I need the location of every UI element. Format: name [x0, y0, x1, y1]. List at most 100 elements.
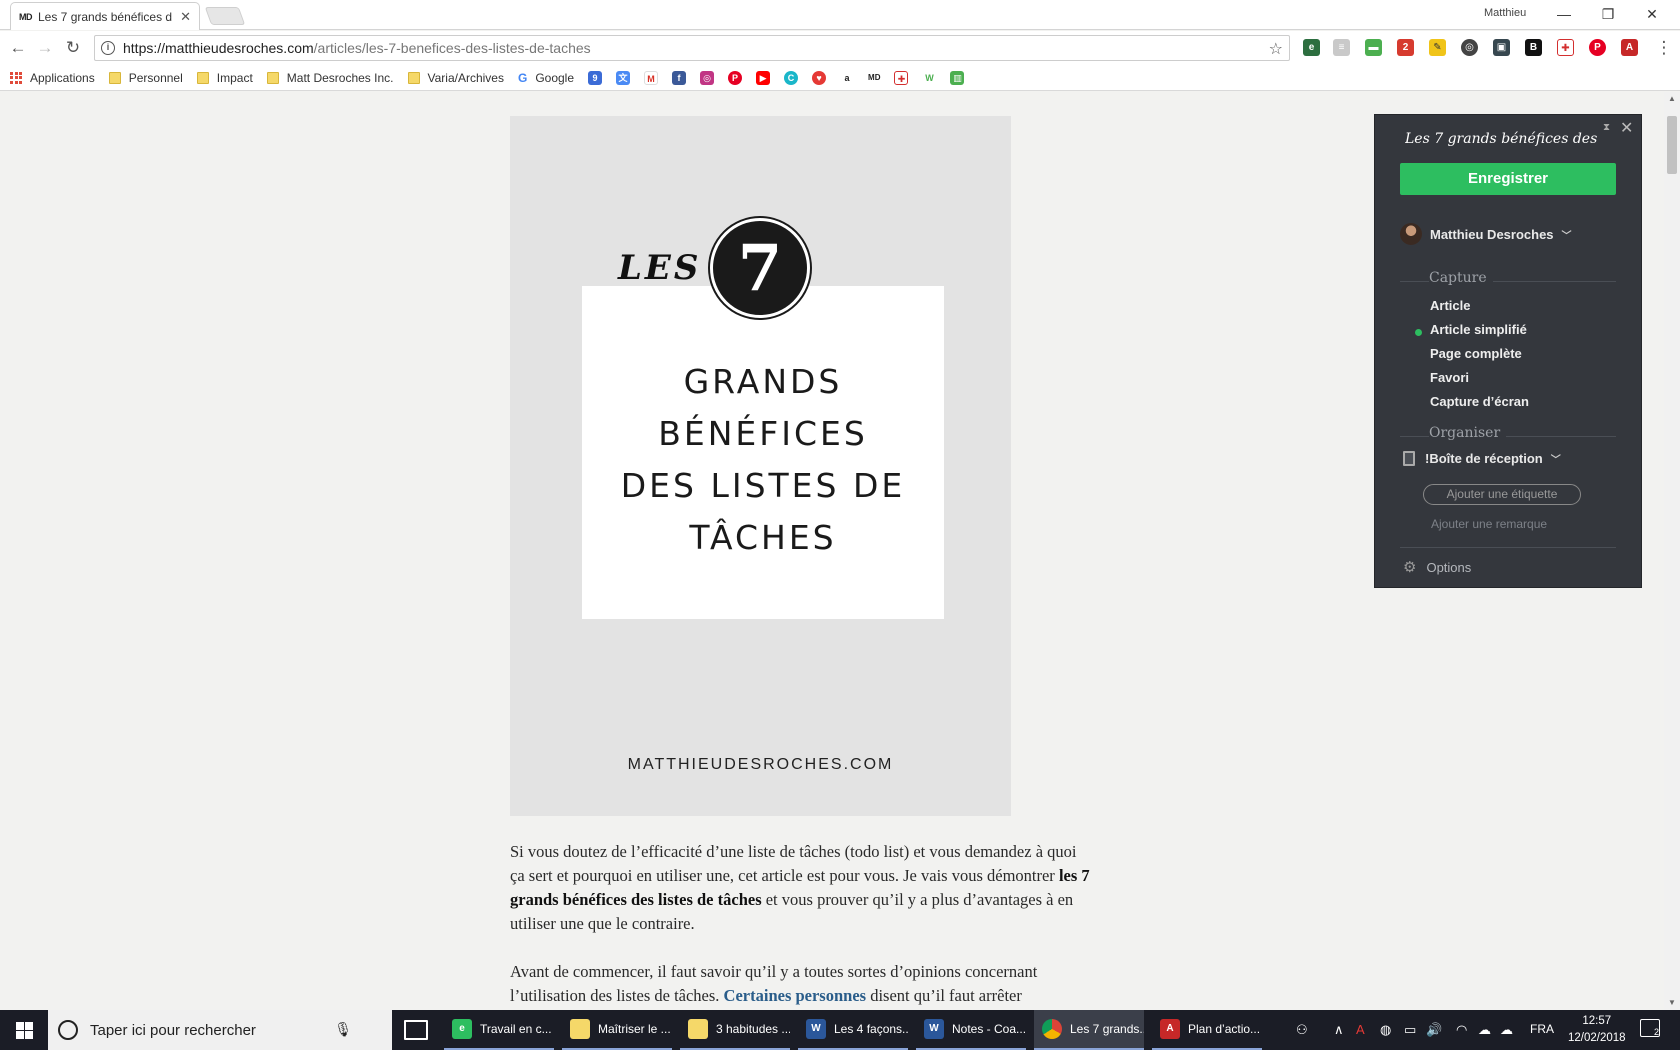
- taskbar-app-word-1[interactable]: W Les 4 façons...: [798, 1010, 908, 1050]
- taskbar-app-word-2[interactable]: W Notes - Coa...: [916, 1010, 1026, 1050]
- trello-bookmark-icon[interactable]: ▥: [950, 70, 965, 85]
- bold-b-extension-icon[interactable]: B: [1525, 39, 1542, 56]
- reader-extension-icon[interactable]: ≡: [1333, 39, 1350, 56]
- bookmark-folder-personnel[interactable]: Personnel: [108, 70, 183, 85]
- pdf-extension-icon[interactable]: A: [1621, 39, 1638, 56]
- people-icon[interactable]: ⚇: [1296, 1022, 1308, 1038]
- taskbar-app-folder-2[interactable]: 3 habitudes ...: [680, 1010, 790, 1050]
- youtube-bookmark-icon[interactable]: ▶: [756, 70, 771, 85]
- pinterest-extension-icon[interactable]: P: [1589, 39, 1606, 56]
- notebook-icon: [1403, 451, 1415, 466]
- tab-close-icon[interactable]: ✕: [180, 9, 191, 25]
- green-extension-icon[interactable]: ▬: [1365, 39, 1382, 56]
- evernote-app-icon: e: [452, 1019, 472, 1039]
- dark-circle-extension-icon[interactable]: ◎: [1461, 39, 1478, 56]
- task-label: Notes - Coa...: [952, 1022, 1026, 1036]
- add-note-input[interactable]: Ajouter une remarque: [1431, 517, 1547, 531]
- scroll-down-icon[interactable]: ▼: [1664, 996, 1680, 1010]
- bookmark-folder-impact[interactable]: Impact: [196, 71, 253, 85]
- reload-icon[interactable]: ↻: [61, 36, 85, 60]
- plus-extension-icon[interactable]: ✚: [1557, 39, 1574, 56]
- minimize-icon[interactable]: —: [1542, 3, 1586, 25]
- window-close-icon[interactable]: ✕: [1630, 3, 1674, 25]
- forward-arrow-icon[interactable]: →: [33, 36, 57, 60]
- pinterest-bookmark-icon[interactable]: P: [728, 70, 743, 85]
- pocket-bookmark-icon[interactable]: ♥: [812, 70, 827, 85]
- cloud-sync-icon[interactable]: ☁: [1478, 1022, 1491, 1038]
- page-scrollbar[interactable]: ▲ ▼: [1664, 92, 1680, 1010]
- taskbar-app-chrome[interactable]: Les 7 grands...: [1034, 1010, 1144, 1050]
- notebook-selector[interactable]: !Boîte de réception ﹀: [1403, 451, 1561, 466]
- language-indicator[interactable]: FRA: [1530, 1022, 1554, 1036]
- tab-strip: MD Les 7 grands bénéfices d ✕ Matthieu —…: [0, 0, 1680, 30]
- tray-expand-icon[interactable]: ∧: [1334, 1022, 1344, 1038]
- chevron-down-icon: ﹀: [1550, 455, 1561, 466]
- pdf-app-icon: A: [1160, 1019, 1180, 1039]
- new-tab-button[interactable]: [204, 7, 246, 25]
- windows-start-icon[interactable]: [0, 1010, 48, 1050]
- account-selector[interactable]: Matthieu Desroches ﹀: [1400, 223, 1572, 245]
- bookmark-folder-matt[interactable]: Matt Desroches Inc.: [266, 71, 394, 85]
- taskbar-app-evernote[interactable]: e Travail en c...: [444, 1010, 554, 1050]
- capture-option-screenshot[interactable]: Capture d’écran: [1430, 394, 1529, 409]
- wifi-icon[interactable]: ◠: [1456, 1022, 1467, 1038]
- plus-bookmark-icon[interactable]: ✚: [894, 70, 909, 85]
- tool-extension-icon[interactable]: ✎: [1429, 39, 1446, 56]
- window-extension-icon[interactable]: ▣: [1493, 39, 1510, 56]
- scroll-up-icon[interactable]: ▲: [1664, 92, 1680, 106]
- task-label: Travail en c...: [480, 1022, 552, 1036]
- clip-title[interactable]: Les 7 grands bénéfices des: [1405, 131, 1605, 147]
- calendar-bookmark-icon[interactable]: 9: [588, 70, 603, 85]
- capture-option-simplified[interactable]: Article simplifié: [1430, 322, 1527, 337]
- bookmark-google[interactable]: G Google: [518, 71, 574, 85]
- amazon-bookmark-icon[interactable]: a: [840, 70, 855, 85]
- bookmark-applications[interactable]: Applications: [10, 71, 95, 85]
- gmail-bookmark-icon[interactable]: M: [644, 70, 659, 85]
- menu-kebab-icon[interactable]: ⋮: [1652, 36, 1676, 60]
- add-tag-input[interactable]: Ajouter une étiquette: [1423, 484, 1581, 505]
- md-bookmark-icon[interactable]: MD: [868, 70, 881, 85]
- system-clock[interactable]: 12:57 12/02/2018: [1568, 1013, 1626, 1047]
- pin-icon[interactable]: ⧗: [1603, 122, 1610, 133]
- bookmark-folder-varia[interactable]: Varia/Archives: [407, 71, 504, 85]
- notification-center-icon[interactable]: 2: [1640, 1019, 1660, 1037]
- taskbar-search-input[interactable]: Taper ici pour rechercher 🎙: [48, 1010, 392, 1050]
- chrome-app-icon: [1042, 1019, 1062, 1039]
- capture-option-article[interactable]: Article: [1430, 298, 1470, 313]
- evernote-extension-icon[interactable]: e: [1303, 39, 1320, 56]
- restore-icon[interactable]: ❐: [1586, 3, 1630, 25]
- instagram-bookmark-icon[interactable]: ◎: [700, 70, 715, 85]
- notification-count: 2: [1653, 1027, 1659, 1037]
- globe-tray-icon[interactable]: ◍: [1380, 1022, 1391, 1038]
- clock-time: 12:57: [1582, 1015, 1612, 1027]
- canva-bookmark-icon[interactable]: C: [784, 70, 799, 85]
- taskbar-app-folder-1[interactable]: Maîtriser le ...: [562, 1010, 672, 1050]
- volume-icon[interactable]: 🔊: [1426, 1022, 1442, 1038]
- bookmark-star-icon[interactable]: ☆: [1269, 39, 1283, 59]
- options-link[interactable]: ⚙ Options: [1403, 558, 1471, 576]
- feedly-bookmark-icon[interactable]: W: [922, 70, 937, 85]
- address-bar[interactable]: i https://matthieudesroches.com/articles…: [94, 35, 1290, 61]
- info-icon[interactable]: i: [101, 41, 115, 55]
- taskbar-app-pdf[interactable]: A Plan d’actio...: [1152, 1010, 1262, 1050]
- onedrive-icon[interactable]: ☁: [1500, 1022, 1513, 1038]
- translate-bookmark-icon[interactable]: 文: [616, 70, 631, 85]
- battery-icon[interactable]: ▭: [1404, 1022, 1416, 1038]
- microphone-icon[interactable]: 🎙: [334, 1021, 352, 1038]
- capture-option-full-page[interactable]: Page complète: [1430, 346, 1522, 361]
- back-arrow-icon[interactable]: ←: [6, 36, 30, 60]
- profile-name[interactable]: Matthieu: [1484, 7, 1526, 19]
- capture-option-bookmark[interactable]: Favori: [1430, 370, 1469, 385]
- save-button[interactable]: Enregistrer: [1400, 163, 1616, 195]
- calendar-extension-icon[interactable]: 2: [1397, 39, 1414, 56]
- facebook-bookmark-icon[interactable]: f: [672, 70, 687, 85]
- task-view-icon[interactable]: [404, 1020, 428, 1040]
- clipper-close-icon[interactable]: ✕: [1620, 118, 1633, 138]
- bookmark-label: Personnel: [128, 70, 183, 85]
- certaines-personnes-link[interactable]: Certaines personnes: [724, 986, 867, 1005]
- bookmark-label: Google: [535, 70, 575, 85]
- pdf-tray-icon[interactable]: A: [1356, 1022, 1365, 1037]
- scrollbar-thumb[interactable]: [1667, 116, 1677, 174]
- article-paragraph: Avant de commencer, il faut savoir qu’il…: [510, 960, 1090, 1008]
- tab-active[interactable]: MD Les 7 grands bénéfices d ✕: [10, 2, 200, 30]
